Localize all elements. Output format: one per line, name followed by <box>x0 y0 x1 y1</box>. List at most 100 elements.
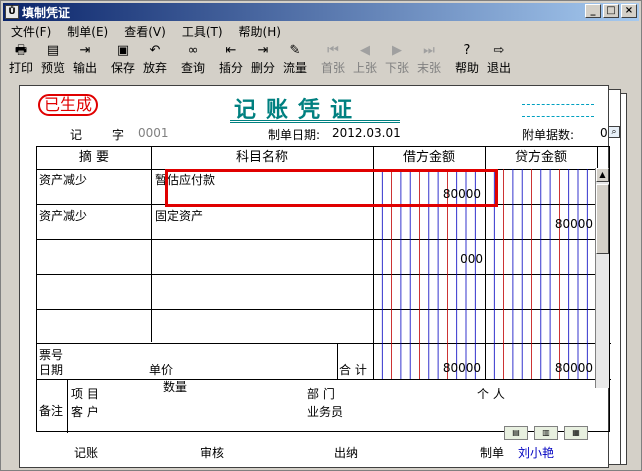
next-icon: ▶ <box>392 43 402 58</box>
cashier-label: 出纳 <box>334 446 359 460</box>
maximize-button[interactable]: □ <box>603 4 619 18</box>
last-icon: ⏭ <box>423 43 435 58</box>
toolbar-button-13[interactable]: ? 帮助 <box>451 41 483 77</box>
toolbar-button-0[interactable]: 🖶 打印 <box>5 41 37 77</box>
person-label: 个 人 <box>477 387 505 401</box>
toolbar: 🖶 打印 ▤ 预览 ⇥ 输出 ▣ 保存 ↶ 放弃 ∞ 查询 ⇤ 插分 ⇥ 删分 ✎ 流量 ⏮ 首张 ◀ 上张 ▶ 下张 ⏭ 末张?… <box>5 41 515 79</box>
toolbar-button-1[interactable]: ▤ 预览 <box>37 41 69 77</box>
remark-icons: ▤ ▥ ▦ <box>504 426 588 440</box>
customer-label: 客 户 <box>71 405 99 419</box>
help-icon: ? <box>463 43 471 58</box>
unit-price-label: 单价 <box>149 363 174 377</box>
voucher-grid: 摘 要 科目名称 借方金额 贷方金额 资产减少 暂估应付款 80000 资产减少… <box>36 146 611 433</box>
toolbar-button-5[interactable]: ∞ 查询 <box>177 41 209 77</box>
menu-item-1[interactable]: 制单(E) <box>59 22 116 40</box>
undo-icon: ↶ <box>149 43 161 58</box>
toolbar-label: 保存 <box>110 61 135 75</box>
zi-label: 字 <box>112 128 125 142</box>
dash-line-top <box>522 104 594 105</box>
toolbar-button-7[interactable]: ⇥ 删分 <box>247 41 279 77</box>
salesman-label: 业务员 <box>307 405 344 419</box>
toolbar-button-3[interactable]: ▣ 保存 <box>107 41 139 77</box>
window-title: 填制凭证 <box>22 5 71 20</box>
bookkeeper-label: 记账 <box>74 446 99 460</box>
remark-icon-3[interactable]: ▦ <box>564 426 588 440</box>
voucher-window: Ů 填制凭证 _ □ × 文件(F) 制单(E) 查看(V) 工具(T) 帮助(H) 🖶… <box>0 0 642 471</box>
row-2-account[interactable]: 固定资产 <box>155 207 203 224</box>
insert-row-icon: ⇤ <box>225 43 237 58</box>
dash-line-bottom <box>522 116 594 117</box>
toolbar-button-4[interactable]: ↶ 放弃 <box>139 41 171 77</box>
menu-item-2[interactable]: 查看(V) <box>116 22 174 40</box>
col-divider-1 <box>151 147 152 342</box>
close-button[interactable]: × <box>621 4 637 18</box>
scroll-thumb[interactable] <box>596 184 609 254</box>
toolbar-button-8[interactable]: ✎ 流量 <box>279 41 311 77</box>
binoculars-icon: ∞ <box>187 43 199 58</box>
toolbar-label: 退出 <box>486 61 511 75</box>
printer-icon: 🖶 <box>14 43 28 58</box>
row-2-summary[interactable]: 资产减少 <box>39 207 87 224</box>
header-account: 科目名称 <box>235 150 288 165</box>
toolbar-button-9[interactable]: ⏮ 首张 <box>317 41 349 77</box>
exit-icon: ⇨ <box>493 43 505 58</box>
toolbar-label: 流量 <box>282 61 307 75</box>
menu-item-0[interactable]: 文件(F) <box>3 22 59 40</box>
total-label: 合 计 <box>339 363 367 377</box>
toolbar-button-14[interactable]: ⇨ 退出 <box>483 41 515 77</box>
row-3-debit[interactable]: 000 <box>373 252 483 266</box>
ticket-date-label: 日期 <box>39 363 64 377</box>
toolbar-label: 末张 <box>416 61 441 75</box>
highlight-box <box>165 169 498 207</box>
prev-icon: ◀ <box>360 43 370 58</box>
toolbar-label: 预览 <box>40 61 65 75</box>
total-debit: 80000 <box>442 361 481 375</box>
quantity-label: 数量 <box>163 380 188 394</box>
delete-row-icon: ⇥ <box>257 43 269 58</box>
header-summary: 摘 要 <box>78 150 110 165</box>
department-label: 部 门 <box>307 387 335 401</box>
voucher-date[interactable]: 2012.03.01 <box>332 126 401 140</box>
toolbar-label: 输出 <box>72 61 97 75</box>
menu-item-4[interactable]: 帮助(H) <box>231 22 289 40</box>
first-icon: ⏮ <box>327 43 339 58</box>
preview-icon: ▤ <box>46 43 60 58</box>
maker-name: 刘小艳 <box>518 446 555 460</box>
maker-label: 制单 <box>480 446 505 460</box>
row-1-summary[interactable]: 资产减少 <box>39 171 87 188</box>
toolbar-label: 删分 <box>250 61 275 75</box>
app-icon: Ů <box>5 5 19 19</box>
remark-divider <box>67 379 68 433</box>
reviewer-label: 审核 <box>200 446 225 460</box>
toolbar-label: 帮助 <box>454 61 479 75</box>
attachments-count[interactable]: 0 <box>600 126 608 140</box>
toolbar-button-6[interactable]: ⇤ 插分 <box>215 41 247 77</box>
toolbar-label: 上张 <box>352 61 377 75</box>
toolbar-label: 插分 <box>218 61 243 75</box>
magnifier-icon[interactable]: ⌕ <box>608 126 620 138</box>
toolbar-button-10[interactable]: ◀ 上张 <box>349 41 381 77</box>
header-debit: 借方金额 <box>402 150 455 165</box>
total-credit: 80000 <box>554 361 593 375</box>
toolbar-button-11[interactable]: ▶ 下张 <box>381 41 413 77</box>
project-label: 项 目 <box>71 387 99 401</box>
toolbar-button-2[interactable]: ⇥ 输出 <box>69 41 101 77</box>
vertical-scrollbar[interactable]: ▲ <box>595 168 609 388</box>
remark-icon-1[interactable]: ▤ <box>504 426 528 440</box>
menu-item-3[interactable]: 工具(T) <box>174 22 231 40</box>
export-icon: ⇥ <box>79 43 91 58</box>
minimize-button[interactable]: _ <box>585 4 601 18</box>
toolbar-label: 首张 <box>320 61 345 75</box>
voucher-number[interactable]: 0001 <box>138 126 169 140</box>
row-2-credit[interactable]: 80000 <box>485 217 593 231</box>
voucher-type[interactable]: 记 <box>70 126 82 143</box>
remark-icon-2[interactable]: ▥ <box>534 426 558 440</box>
toolbar-label: 下张 <box>384 61 409 75</box>
title-underline <box>230 120 400 123</box>
scroll-up-arrow[interactable]: ▲ <box>596 168 609 182</box>
toolbar-button-12[interactable]: ⏭ 末张 <box>413 41 445 77</box>
toolbar-label: 查询 <box>180 61 205 75</box>
menu-bar: 文件(F) 制单(E) 查看(V) 工具(T) 帮助(H) <box>3 22 289 40</box>
flow-icon: ✎ <box>289 43 301 58</box>
title-bar: Ů 填制凭证 _ □ × <box>3 3 639 21</box>
